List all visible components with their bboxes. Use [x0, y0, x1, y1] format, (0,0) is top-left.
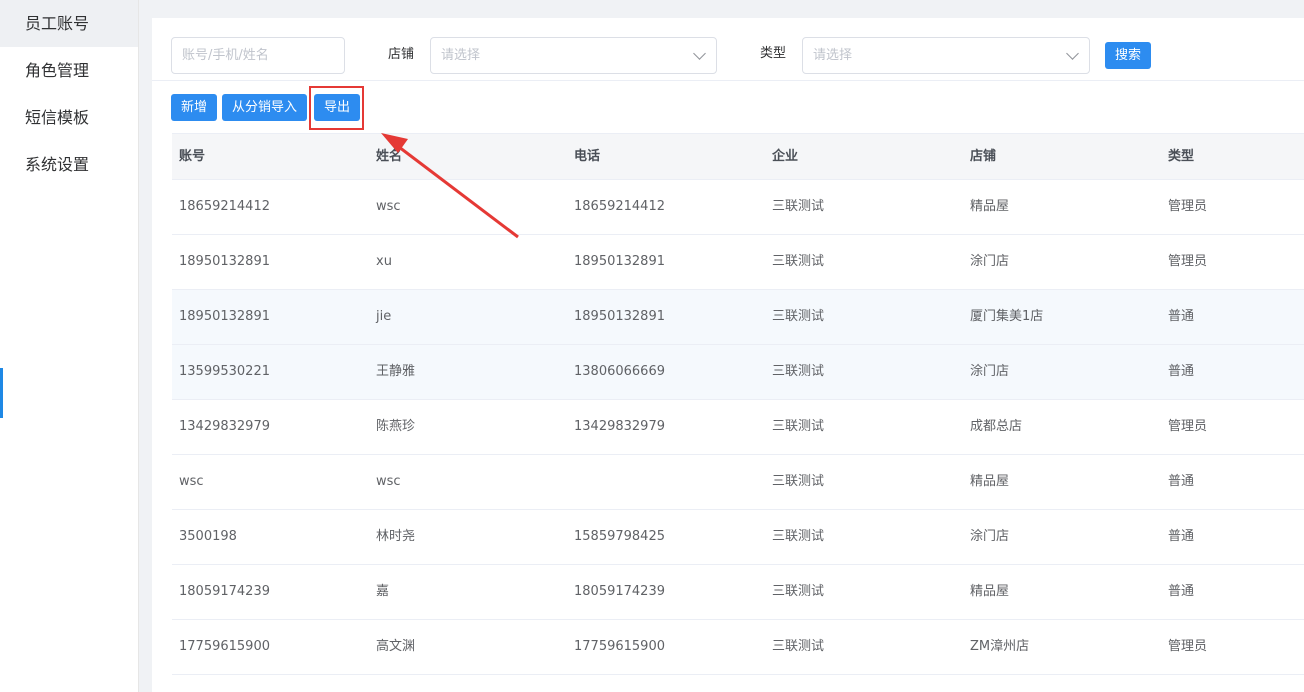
cell-store: 涂门店: [970, 364, 1010, 379]
cell-name: jie: [376, 309, 392, 324]
cell-company: 三联测试: [772, 474, 825, 489]
cell-name: 林时尧: [376, 529, 416, 544]
table-row[interactable]: 18950132891 xu 18950132891 三联测试 涂门店 管理员: [172, 235, 1304, 290]
table-row[interactable]: 18659214412 wsc 18659214412 三联测试 精品屋 管理员: [172, 180, 1304, 235]
store-filter-label: 店铺: [388, 47, 415, 62]
table-row[interactable]: 13429832979 陈燕珍 13429832979 三联测试 成都总店 管理员: [172, 400, 1304, 455]
search-button[interactable]: 搜索: [1105, 42, 1152, 69]
add-button[interactable]: 新增: [171, 94, 218, 121]
cell-account: 18659214412: [179, 199, 270, 214]
import-from-distribution-button[interactable]: 从分销导入: [222, 94, 308, 121]
cell-type: 普通: [1168, 364, 1195, 379]
table-body: 18659214412 wsc 18659214412 三联测试 精品屋 管理员 18950…: [172, 180, 1304, 675]
cell-phone: 18059174239: [574, 584, 665, 599]
cell-type: 管理员: [1168, 419, 1208, 434]
cell-account: 13429832979: [179, 419, 270, 434]
chevron-down-icon: [693, 47, 706, 60]
cell-phone: [567, 455, 765, 509]
cell-account: 18950132891: [179, 309, 270, 324]
cell-store: 精品屋: [970, 474, 1010, 489]
cell-store: ZM漳州店: [970, 639, 1030, 654]
sidebar: 员工账号 角色管理 短信模板 系统设置: [0, 0, 139, 692]
filter-bar: 账号/手机/姓名 店铺 请选择 类型 请选择 搜索: [152, 18, 1304, 81]
staff-table: 账号 姓名 电话 企业 店铺 类型 18659214412 wsc 18659214…: [172, 133, 1304, 675]
account-search-input[interactable]: 账号/手机/姓名: [171, 37, 345, 74]
cell-company: 三联测试: [772, 529, 825, 544]
table-row[interactable]: 13599530221 王静雅 13806066669 三联测试 涂门店 普通: [172, 345, 1304, 400]
cell-account: 3500198: [179, 529, 237, 544]
table-row[interactable]: 3500198 林时尧 15859798425 三联测试 涂门店 普通: [172, 510, 1304, 565]
column-header-company[interactable]: 企业: [765, 134, 963, 179]
cell-type: 普通: [1168, 309, 1195, 324]
cell-phone: 18950132891: [574, 309, 665, 324]
type-select-placeholder: 请选择: [813, 48, 853, 63]
cell-type: 普通: [1168, 529, 1195, 544]
column-header-name[interactable]: 姓名: [369, 134, 567, 179]
cell-phone: 17759615900: [574, 639, 665, 654]
cell-account: 17759615900: [179, 639, 270, 654]
type-filter-label: 类型: [760, 46, 787, 61]
cell-phone: 15859798425: [574, 529, 665, 544]
table-row[interactable]: 18950132891 jie 18950132891 三联测试 厦门集美1店 普通: [172, 290, 1304, 345]
cell-company: 三联测试: [772, 199, 825, 214]
type-select[interactable]: 请选择: [802, 37, 1090, 74]
chevron-down-icon: [1066, 47, 1079, 60]
cell-phone: 18659214412: [574, 199, 665, 214]
cell-store: 厦门集美1店: [970, 309, 1044, 324]
cell-type: 普通: [1168, 474, 1195, 489]
annotation-highlight-box: [309, 86, 364, 130]
cell-company: 三联测试: [772, 364, 825, 379]
left-edge-indicator: [0, 368, 3, 418]
cell-type: 管理员: [1168, 199, 1208, 214]
table-header-row: 账号 姓名 电话 企业 店铺 类型: [172, 133, 1304, 180]
cell-store: 精品屋: [970, 584, 1010, 599]
cell-name: 嘉: [376, 584, 390, 599]
sidebar-item-role-management[interactable]: 角色管理: [0, 47, 138, 94]
cell-name: wsc: [376, 199, 401, 214]
cell-account: 13599530221: [179, 364, 270, 379]
cell-name: 高文渊: [376, 639, 416, 654]
cell-company: 三联测试: [772, 419, 825, 434]
cell-store: 涂门店: [970, 529, 1010, 544]
cell-type: 管理员: [1168, 639, 1208, 654]
cell-company: 三联测试: [772, 309, 825, 324]
column-header-account[interactable]: 账号: [172, 134, 369, 179]
cell-company: 三联测试: [772, 639, 825, 654]
store-select-placeholder: 请选择: [441, 48, 481, 63]
sidebar-item-staff-accounts[interactable]: 员工账号: [0, 0, 138, 47]
cell-type: 管理员: [1168, 254, 1208, 269]
cell-account: 18950132891: [179, 254, 270, 269]
cell-account: 18059174239: [179, 584, 270, 599]
cell-phone: 18950132891: [574, 254, 665, 269]
table-row[interactable]: 18059174239 嘉 18059174239 三联测试 精品屋 普通: [172, 565, 1304, 620]
cell-company: 三联测试: [772, 584, 825, 599]
store-select[interactable]: 请选择: [430, 37, 717, 74]
cell-store: 涂门店: [970, 254, 1010, 269]
cell-company: 三联测试: [772, 254, 825, 269]
cell-name: 陈燕珍: [376, 419, 416, 434]
sidebar-item-system-settings[interactable]: 系统设置: [0, 141, 138, 188]
cell-account: wsc: [179, 474, 204, 489]
column-header-type[interactable]: 类型: [1161, 134, 1304, 179]
sidebar-item-sms-templates[interactable]: 短信模板: [0, 94, 138, 141]
cell-phone: 13429832979: [574, 419, 665, 434]
cell-name: wsc: [376, 474, 401, 489]
table-row[interactable]: 17759615900 高文渊 17759615900 三联测试 ZM漳州店 管理员: [172, 620, 1304, 675]
cell-type: 普通: [1168, 584, 1195, 599]
column-header-phone[interactable]: 电话: [567, 134, 765, 179]
cell-store: 精品屋: [970, 199, 1010, 214]
cell-phone: 13806066669: [574, 364, 665, 379]
cell-name: xu: [376, 254, 392, 269]
cell-name: 王静雅: [376, 364, 416, 379]
column-header-store[interactable]: 店铺: [963, 134, 1161, 179]
table-row[interactable]: wsc wsc 三联测试 精品屋 普通: [172, 455, 1304, 510]
cell-store: 成都总店: [970, 419, 1023, 434]
